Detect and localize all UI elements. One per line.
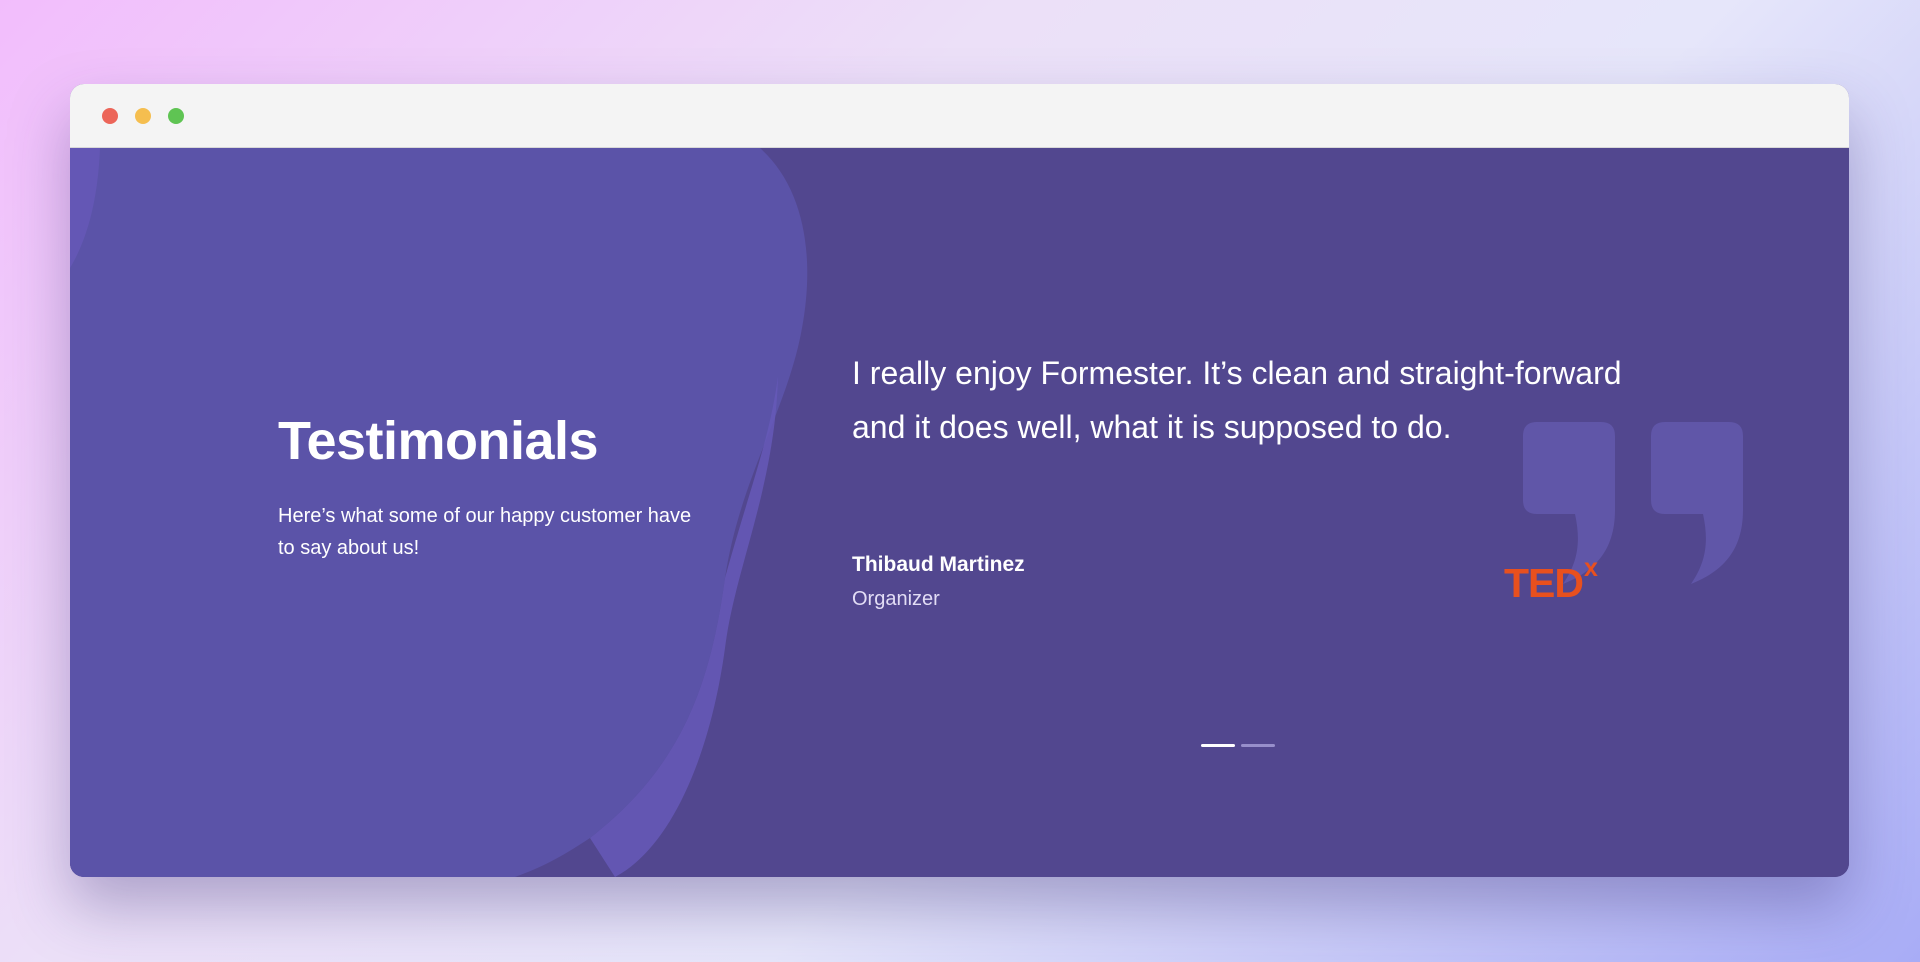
company-logo-text: TED	[1504, 560, 1584, 606]
browser-window: Testimonials Here’s what some of our hap…	[70, 84, 1849, 877]
maximize-window-button[interactable]	[168, 108, 184, 124]
testimonial-quote: I really enjoy Formester. It’s clean and…	[852, 355, 1622, 445]
testimonial-author-role: Organizer	[852, 588, 940, 610]
company-logo-superscript: x	[1584, 554, 1598, 583]
carousel-dot-2[interactable]	[1241, 744, 1275, 747]
minimize-window-button[interactable]	[135, 108, 151, 124]
window-titlebar	[70, 84, 1849, 148]
section-title: Testimonials	[278, 411, 599, 471]
carousel-pagination	[1201, 744, 1275, 747]
section-subtitle: Here’s what some of our happy customer h…	[278, 505, 692, 559]
testimonials-section: Testimonials Here’s what some of our hap…	[70, 148, 1849, 877]
testimonial-author-name: Thibaud Martinez	[852, 553, 1025, 576]
close-window-button[interactable]	[102, 108, 118, 124]
company-logo: TEDx	[1504, 554, 1598, 607]
carousel-dot-1[interactable]	[1201, 744, 1235, 747]
